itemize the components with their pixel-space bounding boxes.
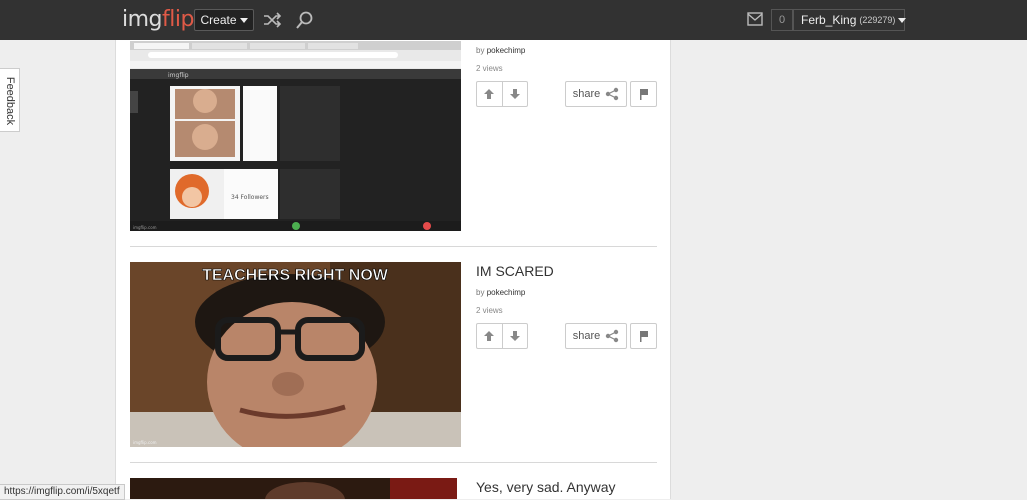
chevron-down-icon bbox=[239, 17, 248, 23]
vote-buttons bbox=[476, 323, 528, 349]
chevron-down-icon bbox=[898, 17, 907, 23]
svg-text:imgflip: imgflip bbox=[168, 72, 189, 79]
share-icon bbox=[606, 87, 619, 101]
flag-icon bbox=[639, 331, 648, 342]
post-thumbnail[interactable]: TEACHERS RIGHT NOW imgflip.com bbox=[130, 262, 461, 447]
post-divider bbox=[130, 246, 657, 247]
top-navbar: imgflip Create 0 Ferb_King (229279) bbox=[0, 0, 1027, 40]
shuffle-icon[interactable] bbox=[262, 10, 282, 30]
vote-buttons bbox=[476, 81, 528, 107]
logo-text-flip: flip bbox=[162, 7, 194, 32]
meme-image-partial bbox=[130, 478, 457, 499]
post-author-link[interactable]: pokechimp bbox=[487, 288, 526, 297]
post-byline: by pokechimp bbox=[476, 46, 525, 55]
post-author-link[interactable]: pokechimp bbox=[487, 46, 526, 55]
post-views: 2 views bbox=[476, 64, 503, 73]
thumb-watermark: imgflip.com bbox=[133, 440, 157, 445]
post-divider bbox=[130, 462, 657, 463]
arrow-down-icon bbox=[509, 331, 520, 341]
meme-image-teachers: TEACHERS RIGHT NOW imgflip.com bbox=[130, 262, 461, 447]
meme-caption-text: TEACHERS RIGHT NOW bbox=[202, 267, 389, 284]
upvote-button[interactable] bbox=[477, 324, 502, 348]
downvote-button[interactable] bbox=[501, 324, 528, 348]
post-thumbnail[interactable]: imgflip 34 Followers imgflip.com bbox=[130, 41, 461, 231]
share-icon bbox=[606, 329, 619, 343]
downvote-button[interactable] bbox=[501, 82, 528, 106]
create-button[interactable]: Create bbox=[194, 9, 254, 31]
imgflip-logo[interactable]: imgflip bbox=[122, 7, 194, 32]
flag-button[interactable] bbox=[630, 323, 657, 349]
post-title[interactable]: IM SCARED bbox=[476, 263, 554, 279]
share-label: share bbox=[572, 330, 601, 342]
logo-text-img: img bbox=[122, 7, 163, 32]
arrow-up-icon bbox=[484, 331, 495, 341]
share-button[interactable]: share bbox=[565, 81, 627, 107]
screenshot-meme-image: imgflip 34 Followers imgflip.com bbox=[130, 41, 461, 231]
scrollbar-track[interactable] bbox=[1022, 40, 1027, 499]
link-status-bar: https://imgflip.com/i/5xqetf bbox=[0, 484, 125, 500]
user-points: (229279) bbox=[859, 15, 896, 25]
upvote-button[interactable] bbox=[477, 82, 502, 106]
user-menu-button[interactable]: Ferb_King (229279) bbox=[793, 9, 907, 31]
post-views: 2 views bbox=[476, 306, 503, 315]
thumb-watermark: imgflip.com bbox=[133, 225, 157, 230]
flag-button[interactable] bbox=[630, 81, 657, 107]
post-title[interactable]: Yes, very sad. Anyway bbox=[476, 479, 616, 495]
share-label: share bbox=[572, 88, 601, 100]
flag-icon bbox=[639, 89, 648, 100]
post-thumbnail[interactable] bbox=[130, 478, 457, 499]
status-url: https://imgflip.com/i/5xqetf bbox=[4, 486, 120, 497]
share-button[interactable]: share bbox=[565, 323, 627, 349]
by-prefix: by bbox=[476, 46, 485, 55]
mail-icon[interactable] bbox=[747, 12, 763, 26]
create-label: Create bbox=[200, 13, 237, 27]
notification-count[interactable]: 0 bbox=[771, 9, 793, 31]
arrow-up-icon bbox=[484, 89, 495, 99]
feedback-tab[interactable]: Feedback bbox=[0, 68, 20, 132]
post-byline: by pokechimp bbox=[476, 288, 525, 297]
username: Ferb_King bbox=[801, 13, 857, 27]
thumb-followers-text: 34 Followers bbox=[231, 194, 269, 201]
search-icon[interactable] bbox=[295, 10, 315, 30]
arrow-down-icon bbox=[509, 89, 520, 99]
feedback-label: Feedback bbox=[4, 76, 16, 126]
by-prefix: by bbox=[476, 288, 485, 297]
